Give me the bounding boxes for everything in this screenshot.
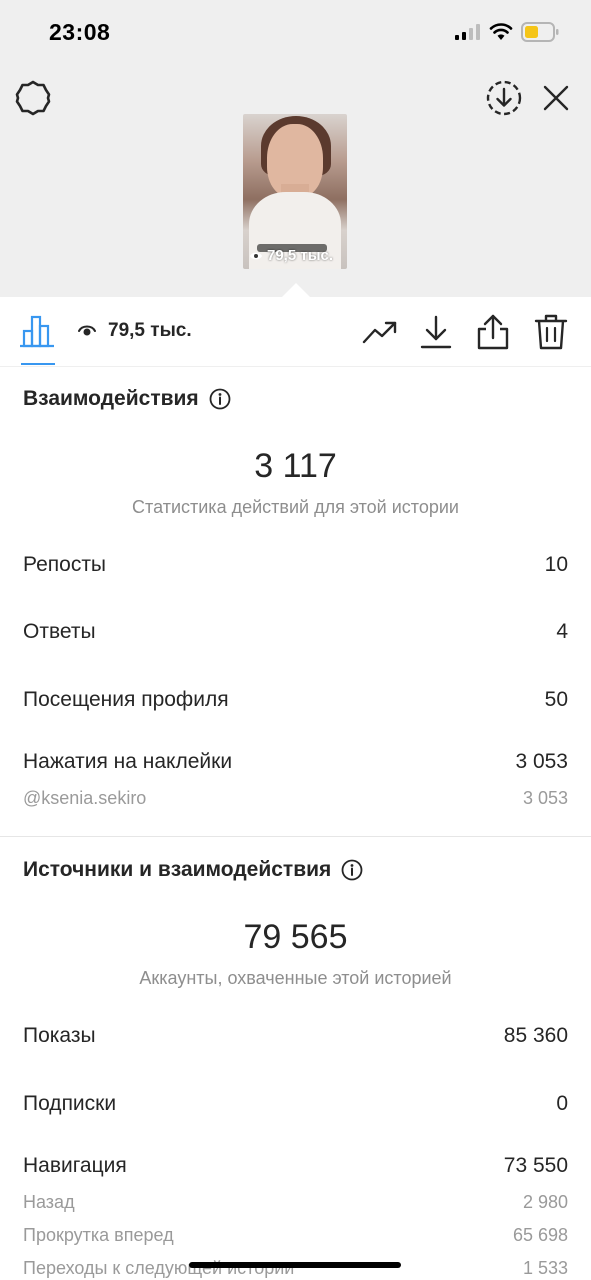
stat-row-profile-visits: Посещения профиля 50 xyxy=(23,688,568,712)
stat-label: Показы xyxy=(23,1024,96,1047)
info-icon[interactable] xyxy=(341,859,363,881)
views-count: 79,5 тыс. xyxy=(108,320,192,341)
stat-value: 73 550 xyxy=(503,1154,568,1177)
home-indicator[interactable] xyxy=(189,1262,401,1268)
promote-trend-icon[interactable] xyxy=(360,312,400,352)
discovery-title-text: Источники и взаимодействия xyxy=(23,858,332,881)
download-icon[interactable] xyxy=(416,312,456,352)
eye-icon xyxy=(250,252,262,259)
bar-chart-icon xyxy=(20,315,54,348)
battery-icon xyxy=(521,22,559,42)
stat-value: 65 698 xyxy=(512,1225,568,1245)
thumbnail-views: 79,5 тыс. xyxy=(249,247,333,264)
stat-subrow-back: Назад 2 980 xyxy=(23,1192,568,1213)
interactions-caption: Статистика действий для этой истории xyxy=(132,497,459,517)
stat-value: 2 980 xyxy=(522,1192,568,1212)
stat-label: Прокрутка вперед xyxy=(23,1225,174,1245)
stat-row-replies: Ответы 4 xyxy=(23,620,568,644)
stat-label: Нажатия на наклейки xyxy=(23,750,233,773)
story-toolbar: 79,5 тыс. xyxy=(0,297,591,367)
interactions-total: 3 117 xyxy=(254,447,337,485)
thumbnail-views-count: 79,5 тыс. xyxy=(267,247,334,264)
stat-label: Подписки xyxy=(23,1092,117,1115)
stat-row-reposts: Репосты 10 xyxy=(23,553,568,577)
stat-value: 85 360 xyxy=(503,1024,568,1047)
stat-label: Репосты xyxy=(23,553,107,576)
eye-icon xyxy=(78,325,96,336)
share-icon[interactable] xyxy=(473,312,513,352)
stat-label: Ответы xyxy=(23,620,96,643)
stat-label: @ksenia.sekiro xyxy=(23,788,147,808)
close-icon[interactable] xyxy=(538,80,574,116)
wifi-icon xyxy=(489,23,513,40)
interactions-title-text: Взаимодействия xyxy=(23,387,199,410)
stat-value: 10 xyxy=(544,553,568,576)
stat-value: 50 xyxy=(544,688,568,711)
interactions-section-title: Взаимодействия xyxy=(23,387,231,411)
stat-value: 3 053 xyxy=(522,788,568,808)
status-time: 23:08 xyxy=(49,19,111,45)
stat-value: 4 xyxy=(556,620,568,643)
trash-icon[interactable] xyxy=(531,312,571,352)
cellular-signal-icon xyxy=(455,24,480,40)
story-preview-area: 23:08 79,5 тыс. xyxy=(0,0,591,297)
stat-label: Посещения профиля xyxy=(23,688,229,711)
discovery-caption: Аккаунты, охваченные этой историей xyxy=(139,968,452,988)
insights-tab[interactable] xyxy=(18,311,58,351)
stat-label: Назад xyxy=(23,1192,75,1212)
stat-row-navigation: Навигация 73 550 xyxy=(23,1154,568,1178)
stat-value: 1 533 xyxy=(522,1258,568,1278)
section-divider xyxy=(0,836,591,837)
info-icon[interactable] xyxy=(209,388,231,410)
stat-subrow-forward: Прокрутка вперед 65 698 xyxy=(23,1225,568,1246)
save-story-icon[interactable] xyxy=(484,78,524,118)
discovery-section-title: Источники и взаимодействия xyxy=(23,858,363,882)
stat-row-follows: Подписки 0 xyxy=(23,1092,568,1116)
stat-value: 3 053 xyxy=(515,750,568,773)
stat-row-impressions: Показы 85 360 xyxy=(23,1024,568,1048)
status-bar: 23:08 xyxy=(0,0,591,64)
settings-icon[interactable] xyxy=(13,78,53,118)
selected-story-pointer xyxy=(282,283,310,297)
stat-value: 0 xyxy=(556,1092,568,1115)
discovery-total: 79 565 xyxy=(243,918,348,956)
stat-row-sticker-taps: Нажатия на наклейки 3 053 xyxy=(23,750,568,774)
stat-label: Навигация xyxy=(23,1154,127,1177)
stat-subrow-mention: @ksenia.sekiro 3 053 xyxy=(23,788,568,809)
active-tab-indicator xyxy=(21,363,55,365)
story-thumbnail[interactable]: 79,5 тыс. xyxy=(243,114,347,269)
